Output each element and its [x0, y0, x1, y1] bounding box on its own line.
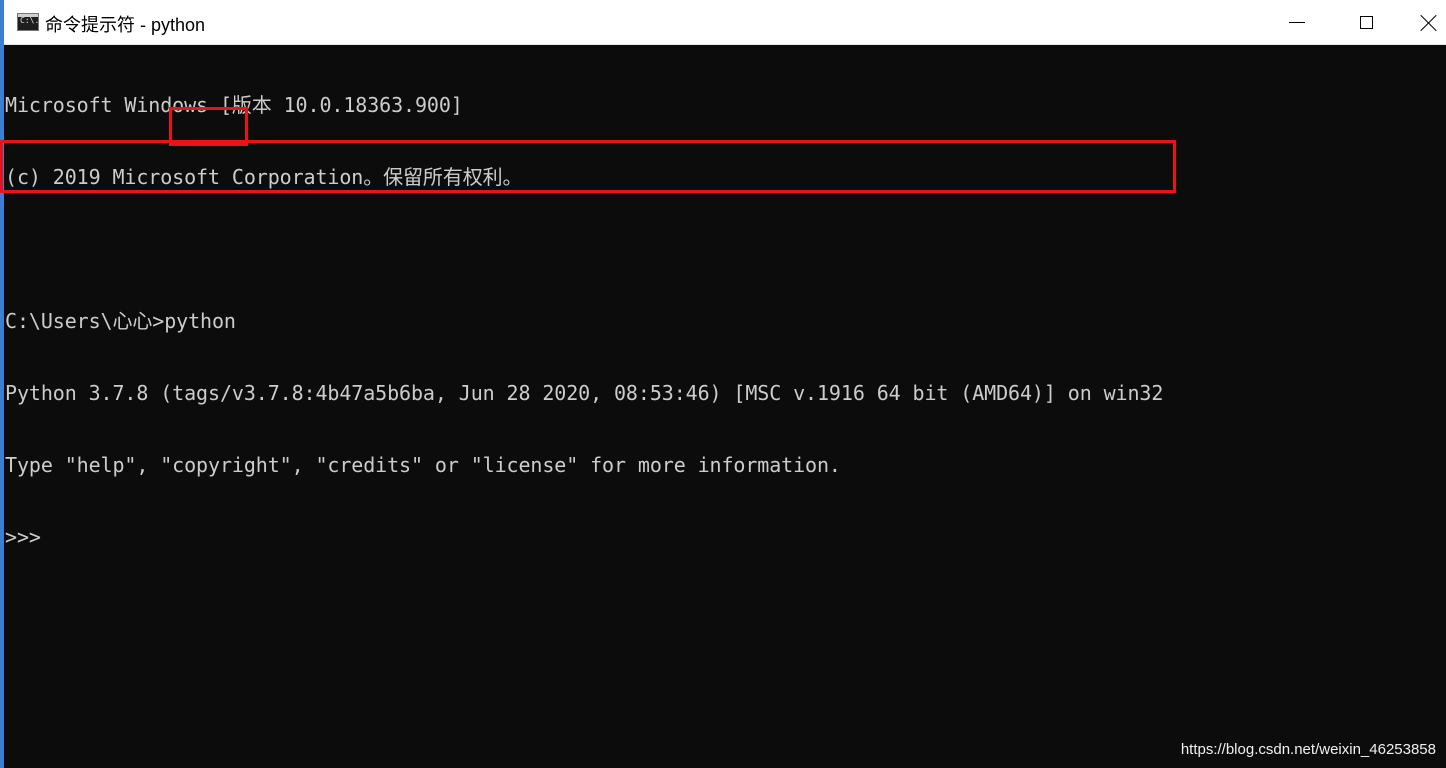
minimize-button[interactable]	[1262, 0, 1332, 45]
maximize-icon	[1359, 16, 1373, 29]
cmd-icon-text: C:\.	[20, 16, 39, 25]
close-button[interactable]	[1400, 0, 1446, 45]
python-help-line: Type "help", "copyright", "credits" or "…	[5, 453, 841, 477]
minimize-icon	[1289, 22, 1305, 23]
maximize-button[interactable]	[1331, 0, 1401, 45]
prompt-path: C:\Users\心心>	[5, 309, 165, 333]
window-border	[0, 0, 4, 768]
typed-command: python	[164, 309, 236, 333]
console-line: Microsoft Windows [版本 10.0.18363.900]	[5, 93, 463, 117]
console-output[interactable]: Microsoft Windows [版本 10.0.18363.900] (c…	[5, 45, 1435, 768]
title-bar[interactable]: C:\. 命令提示符 - python	[0, 0, 1446, 45]
watermark: https://blog.csdn.net/weixin_46253858	[1180, 741, 1436, 758]
window-title: 命令提示符 - python	[45, 15, 206, 35]
cmd-window: C:\. 命令提示符 - python Microsoft Windows [版…	[0, 0, 1446, 768]
python-version-line: Python 3.7.8 (tags/v3.7.8:4b47a5b6ba, Ju…	[5, 381, 1164, 405]
cmd-icon[interactable]: C:\.	[17, 13, 39, 31]
close-icon	[1420, 14, 1438, 32]
console-line: (c) 2019 Microsoft Corporation。保留所有权利。	[5, 165, 523, 189]
console-prompt-line: C:\Users\心心>python	[5, 309, 1435, 333]
python-prompt[interactable]: >>>	[5, 525, 1435, 549]
scrollbar[interactable]	[1435, 45, 1446, 768]
